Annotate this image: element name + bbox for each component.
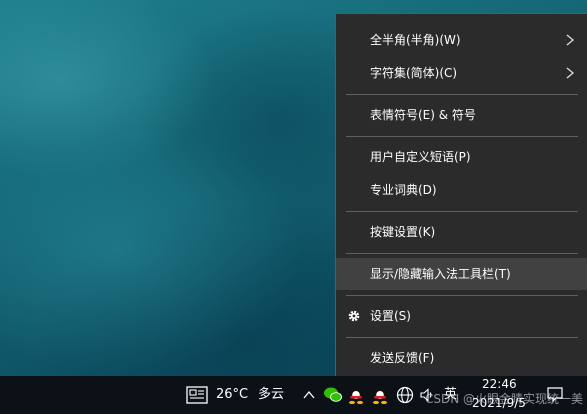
menu-separator bbox=[346, 253, 578, 254]
menu-item-settings[interactable]: 设置(S) bbox=[336, 300, 587, 332]
menu-item-user-phrases[interactable]: 用户自定义短语(P) bbox=[336, 141, 587, 173]
menu-separator bbox=[346, 295, 578, 296]
wechat-icon[interactable] bbox=[323, 386, 343, 404]
menu-item-label: 发送反馈(F) bbox=[370, 351, 435, 365]
chevron-up-icon[interactable] bbox=[302, 388, 316, 402]
menu-separator bbox=[346, 211, 578, 212]
menu-item-label: 表情符号(E) & 符号 bbox=[370, 108, 476, 122]
menu-item-toggle-toolbar[interactable]: 显示/隐藏输入法工具栏(T) bbox=[336, 258, 587, 290]
chevron-right-icon bbox=[566, 34, 575, 46]
menu-item-dictionary[interactable]: 专业词典(D) bbox=[336, 174, 587, 206]
menu-item-fullwidth[interactable]: 全半角(半角)(W) bbox=[336, 24, 587, 56]
menu-item-charset[interactable]: 字符集(简体)(C) bbox=[336, 57, 587, 89]
menu-item-key-settings[interactable]: 按键设置(K) bbox=[336, 216, 587, 248]
menu-item-label: 字符集(简体)(C) bbox=[370, 66, 458, 80]
weather-temperature[interactable]: 26°C bbox=[216, 386, 248, 404]
globe-icon[interactable] bbox=[396, 386, 414, 404]
gear-icon bbox=[348, 310, 360, 322]
menu-item-feedback[interactable]: 发送反馈(F) bbox=[336, 342, 587, 374]
menu-separator bbox=[346, 94, 578, 95]
menu-item-label: 专业词典(D) bbox=[370, 183, 437, 197]
qq-icon[interactable] bbox=[348, 385, 364, 405]
qq-icon[interactable] bbox=[372, 385, 388, 405]
menu-item-label: 全半角(半角)(W) bbox=[370, 33, 461, 47]
watermark: CSDN @火眼金睛实现统一美 bbox=[425, 392, 584, 406]
menu-separator bbox=[346, 337, 578, 338]
weather-condition[interactable]: 多云 bbox=[258, 386, 284, 404]
chevron-right-icon bbox=[566, 67, 575, 79]
menu-separator bbox=[346, 136, 578, 137]
menu-item-emoji-symbols[interactable]: 表情符号(E) & 符号 bbox=[336, 99, 587, 131]
menu-item-label: 用户自定义短语(P) bbox=[370, 150, 471, 164]
ime-context-menu: 全半角(半角)(W) 字符集(简体)(C) 表情符号(E) & 符号 用户自定义… bbox=[335, 13, 587, 382]
menu-item-label: 设置(S) bbox=[370, 309, 411, 323]
menu-item-label: 按键设置(K) bbox=[370, 225, 436, 239]
menu-item-label: 显示/隐藏输入法工具栏(T) bbox=[370, 267, 511, 281]
news-icon[interactable] bbox=[186, 386, 208, 404]
